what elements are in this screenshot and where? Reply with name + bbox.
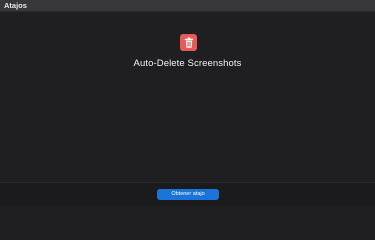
window-title: Atajos xyxy=(4,1,27,10)
trash-glyph xyxy=(184,37,193,48)
footer-bar: Obtener atajo xyxy=(0,182,375,206)
get-shortcut-button[interactable]: Obtener atajo xyxy=(157,189,219,200)
trash-icon xyxy=(180,34,197,51)
shortcut-detail: Auto-Delete Screenshots xyxy=(0,12,375,182)
shortcut-name: Auto-Delete Screenshots xyxy=(133,58,242,69)
shortcuts-window: Atajos Auto-Delete Screenshots Obtener a… xyxy=(0,0,375,206)
title-bar: Atajos xyxy=(0,0,375,12)
